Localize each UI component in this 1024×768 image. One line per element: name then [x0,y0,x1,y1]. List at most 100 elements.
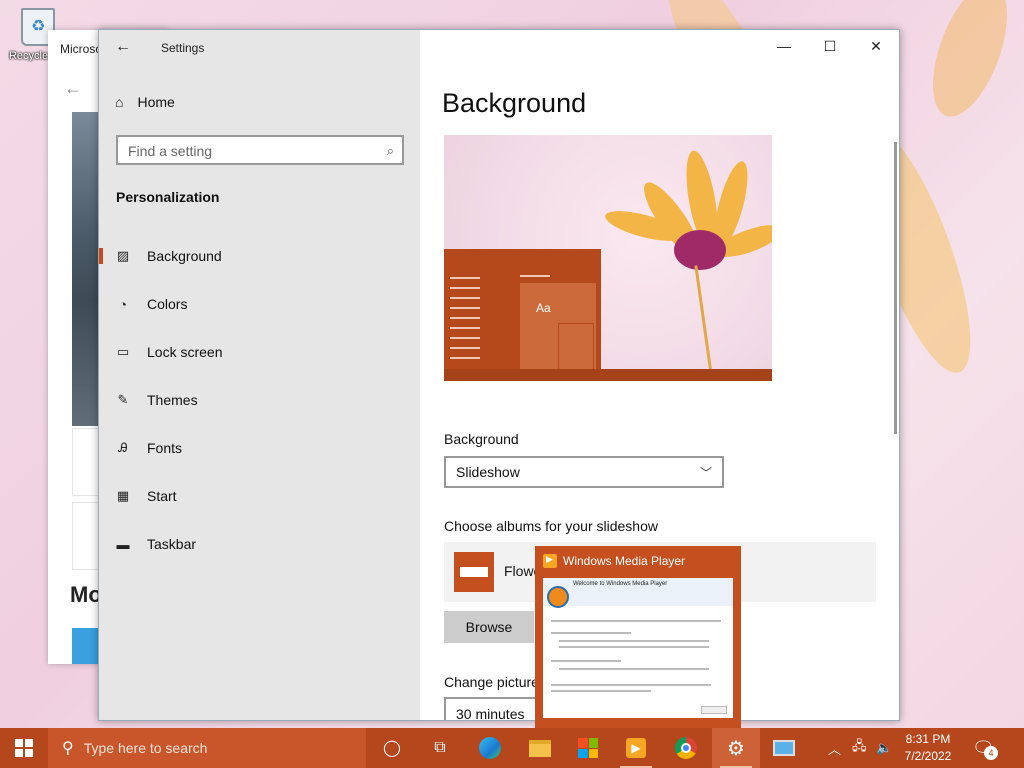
close-button[interactable]: ✕ [853,38,899,55]
nav-item-colors[interactable]: ◔ Colors [99,284,420,324]
nav-item-label: Lock screen [147,344,223,360]
nav-item-lock-screen[interactable]: ▭ Lock screen [99,332,420,372]
search-icon: ⚲ [62,740,74,757]
taskbar-app-remote-desktop[interactable] [760,728,808,768]
preview-menu-lines [450,277,480,367]
picture-icon: ▨ [116,248,130,263]
nav-item-background[interactable]: ▨ Background [99,236,420,276]
taskbar-search-box[interactable]: ⚲ Type here to search [48,728,366,768]
folder-icon [529,739,551,757]
wmp-text-line [551,620,721,622]
font-icon: Ꭿ [118,440,128,455]
taskbar-app-settings[interactable]: ⚙ [712,728,760,768]
chrome-icon [675,737,697,759]
wmp-text-line [559,646,709,648]
wmp-welcome-text: Welcome to Windows Media Player [543,578,733,606]
nav-home[interactable]: ⌂ Home [115,94,175,110]
cortana-circle-icon: ◯ [383,740,401,757]
preview-tile: Aa [520,283,596,373]
taskbar-search-placeholder: Type here to search [83,740,208,756]
nav-section-heading: Personalization [116,189,220,205]
store-bag-icon [578,738,598,758]
nav-item-label: Themes [147,392,198,408]
wmp-thumbnail-content: Welcome to Windows Media Player [543,578,733,718]
preview-start-menu: Aa [444,249,601,381]
task-view-icon: ⧉ [434,739,446,756]
media-player-logo-icon [547,586,569,608]
albums-label: Choose albums for your slideshow [444,518,658,534]
background-dropdown[interactable]: Slideshow ﹀ [444,456,724,488]
network-icon: 🖧 [852,738,867,753]
media-player-icon [543,554,557,568]
wmp-text-line [559,668,709,670]
back-arrow-icon[interactable]: ← [64,78,82,99]
brush-icon: ✎ [117,392,129,407]
wmp-thumbnail-preview[interactable]: Windows Media Player Welcome to Windows … [535,546,741,730]
preview-taskbar [444,369,772,381]
wmp-text-line [559,640,709,642]
flower-stem [694,265,713,375]
window-title: Settings [161,41,205,55]
back-arrow-icon[interactable]: ← [115,38,131,56]
wmp-text-line [551,660,621,662]
nav-item-themes[interactable]: ✎ Themes [99,380,420,420]
nav-item-start[interactable]: ▦ Start [99,476,420,516]
search-icon: ⌕ [386,143,394,158]
browse-button[interactable]: Browse [444,611,534,643]
nav-item-fonts[interactable]: Ꭿ Fonts [99,428,420,468]
edge-icon [479,737,501,759]
show-hidden-icons-button[interactable]: ︿ [828,728,841,768]
nav-home-label: Home [137,94,175,110]
media-player-icon: ▶ [626,738,646,758]
task-view-button[interactable]: ⧉ [416,728,464,768]
flower-center [674,230,726,270]
minimize-button[interactable]: — [761,38,807,54]
clock-time: 8:31 PM [905,732,951,746]
wallpaper-petal [917,0,1023,127]
wmp-next-button [701,706,727,714]
nav-item-taskbar[interactable]: ▬ Taskbar [99,524,420,564]
background-preview: Aa [444,135,772,381]
background-label: Background [444,431,519,447]
wmp-text-line [551,690,651,692]
start-icon: ▦ [116,488,130,503]
wmp-text-line [551,684,711,686]
taskbar-app-chrome[interactable] [662,728,710,768]
taskbar-icon: ▬ [116,536,130,552]
start-button[interactable] [0,728,48,768]
preview-tile-grid [558,323,594,371]
page-title: Background [442,88,587,118]
clock[interactable]: 8:31 PM 7/2/2022 [888,731,968,765]
maximize-button[interactable]: ☐ [807,38,853,55]
wmp-text-line [551,632,631,634]
chevron-down-icon: ﹀ [699,466,712,480]
change-picture-value: 30 minutes [456,706,525,721]
preview-tile-text: Aa [536,301,551,315]
home-icon: ⌂ [115,94,124,110]
taskbar-app-media-player[interactable]: ▶ [612,728,660,768]
wmp-thumbnail-title: Windows Media Player [563,554,686,568]
nav-item-label: Taskbar [147,536,197,552]
taskbar-app-file-explorer[interactable] [516,728,564,768]
chevron-up-icon: ︿ [828,741,842,757]
preview-line [520,275,550,277]
nav-item-label: Start [147,488,177,504]
taskbar-app-edge[interactable] [466,728,514,768]
nav-item-label: Fonts [147,440,183,456]
background-dropdown-value: Slideshow [456,464,520,480]
settings-window: ← Settings ⌂ Home Find a setting ⌕ Perso… [98,29,900,721]
store-section-heading: Mo [70,582,102,607]
search-input[interactable]: Find a setting ⌕ [116,135,404,165]
folder-icon [454,552,494,592]
windows-logo-icon [15,739,33,757]
nav-item-label: Background [147,248,222,264]
scrollbar[interactable] [894,142,897,434]
taskbar-app-store[interactable] [564,728,612,768]
network-button[interactable]: 🖧 [852,728,867,768]
settings-nav-pane: ← Settings ⌂ Home Find a setting ⌕ Perso… [99,30,420,720]
monitor-icon [773,740,795,756]
search-placeholder: Find a setting [128,143,213,159]
notification-count-badge: 4 [984,746,998,760]
cortana-button[interactable]: ◯ [368,728,416,768]
wmp-thumbnail-header: Windows Media Player [543,554,685,568]
